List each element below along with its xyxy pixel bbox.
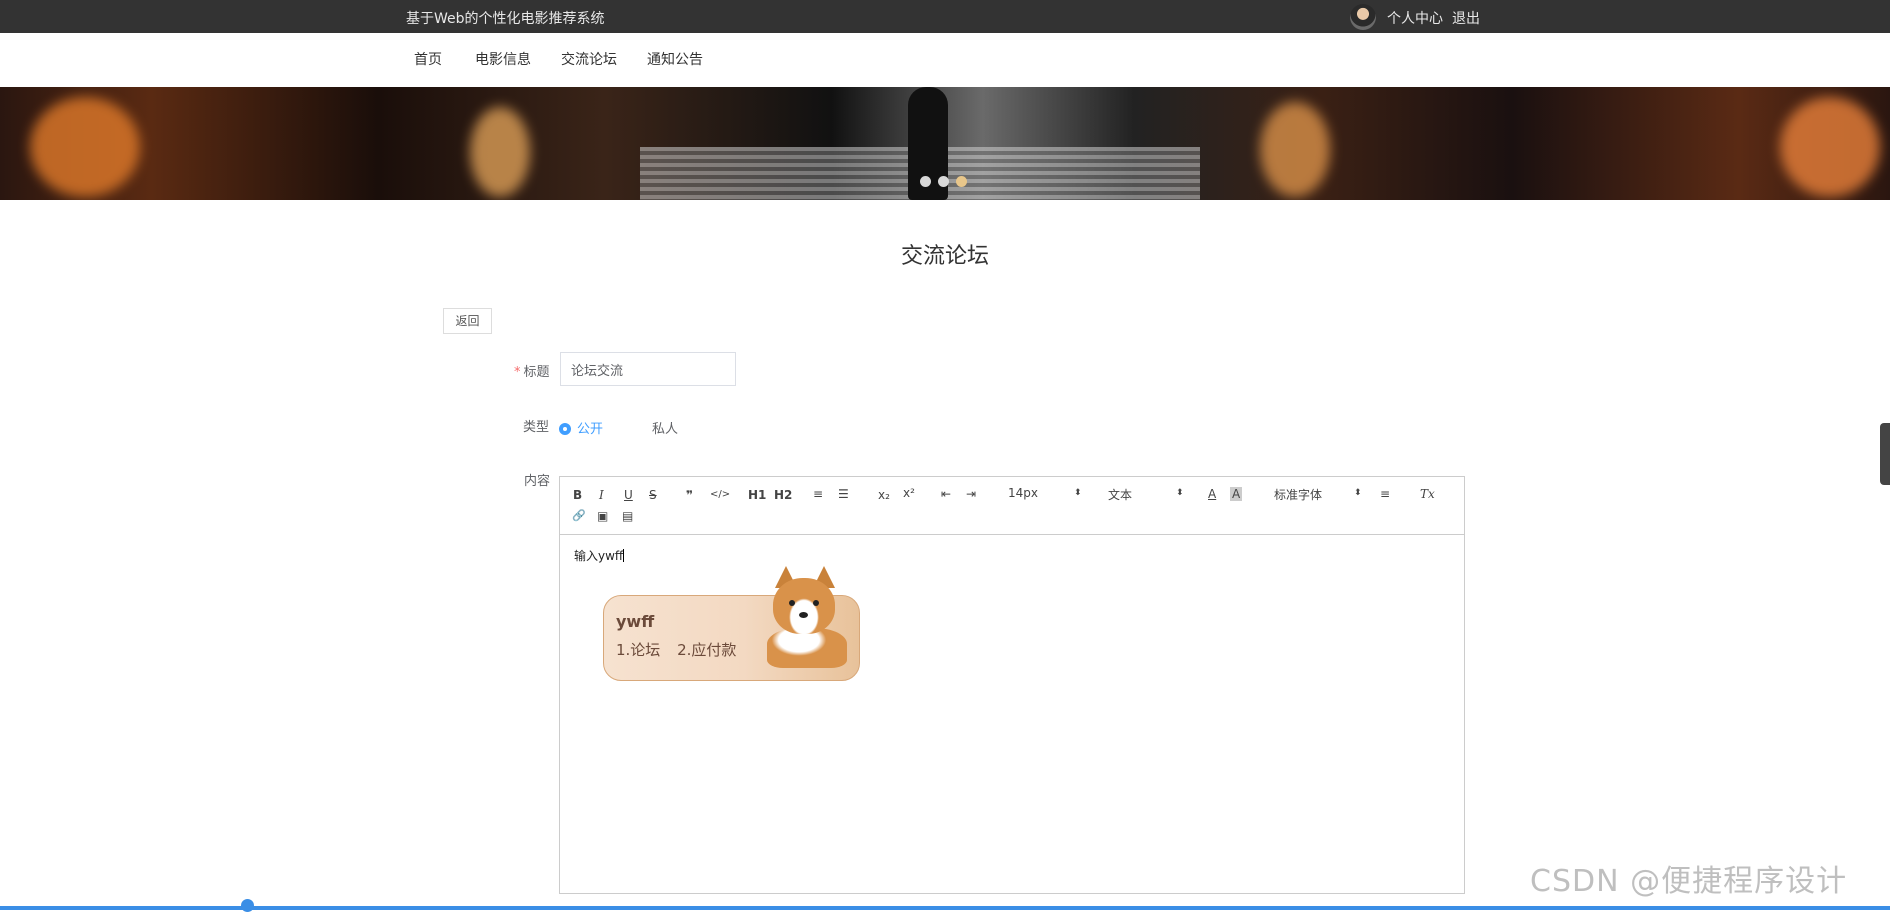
side-handle[interactable]	[1880, 423, 1890, 485]
ime-candidates: 1.论坛 2.应付款	[616, 639, 748, 660]
h1-button[interactable]: H1	[748, 488, 766, 502]
nav-item-home[interactable]: 首页	[414, 49, 442, 69]
ime-candidate-2[interactable]: 2.应付款	[677, 641, 736, 659]
underline-button[interactable]: U	[624, 488, 633, 502]
font-family-picker[interactable]: 标准字体 ⬍	[1274, 486, 1362, 503]
ordered-list-button[interactable]: ≡	[813, 487, 823, 501]
radio-circle	[559, 423, 571, 435]
back-button[interactable]: 返回	[443, 308, 492, 334]
editor-text: 输入ywff	[574, 549, 624, 563]
align-button[interactable]: ≡	[1380, 487, 1390, 501]
type-radio-private[interactable]: 私人	[634, 418, 678, 437]
outdent-button[interactable]: ⇤	[941, 487, 951, 501]
watermark: CSDN @便捷程序设计	[1530, 864, 1848, 899]
dog-mascot-icon	[759, 566, 851, 674]
font-family-value: 标准字体	[1274, 488, 1323, 502]
code-block-button[interactable]: </>	[710, 488, 730, 502]
text-caret	[623, 549, 625, 562]
banner-glow	[30, 97, 140, 197]
page-title: 交流论坛	[900, 244, 989, 269]
dog-body	[767, 628, 847, 668]
italic-button[interactable]: I	[599, 488, 604, 502]
type-label: 类型	[523, 420, 550, 435]
carousel-dot-2[interactable]	[938, 176, 949, 187]
editor-content[interactable]: 输入ywff	[574, 547, 625, 564]
nav-item-forum[interactable]: 交流论坛	[561, 49, 617, 69]
ime-candidate-popup: ywff 1.论坛 2.应付款	[603, 566, 860, 681]
dog-eye	[813, 600, 819, 606]
chevron-updown-icon: ⬍	[1074, 488, 1082, 498]
carousel-dot-3[interactable]	[956, 176, 967, 187]
title-input[interactable]	[560, 352, 736, 386]
banner-glow	[1780, 97, 1880, 197]
dog-head	[773, 578, 835, 634]
bullet-list-button[interactable]: ☰	[838, 487, 849, 501]
link-button[interactable]: 🔗	[572, 509, 586, 523]
clean-format-button[interactable]: Tx	[1420, 487, 1435, 501]
rich-text-editor: B I U S ❞ </> H1 H2 ≡ ☰ x₂ x² ⇤ ⇥ 14px ⬍ …	[559, 476, 1465, 894]
header-picker[interactable]: 文本 ⬍	[1108, 486, 1184, 503]
radio-label: 私人	[652, 422, 679, 437]
logout-link[interactable]: 退出	[1452, 8, 1480, 28]
content-label: 内容	[524, 474, 551, 489]
header-value: 文本	[1108, 488, 1133, 502]
top-bar: 基于Web的个性化电影推荐系统 个人中心 退出	[0, 0, 1890, 33]
ime-candidate-1[interactable]: 1.论坛	[616, 641, 660, 659]
chevron-updown-icon: ⬍	[1354, 488, 1362, 498]
banner-glow	[470, 107, 530, 197]
ime-composition: ywff	[616, 612, 655, 631]
font-size-picker[interactable]: 14px ⬍	[1008, 486, 1082, 500]
carousel-dot-1[interactable]	[920, 176, 931, 187]
required-mark: *	[514, 365, 521, 380]
image-button[interactable]: ▣	[597, 509, 608, 523]
bottom-scroll-track	[0, 906, 1890, 910]
strike-button[interactable]: S	[649, 488, 657, 502]
video-button[interactable]: ▤	[622, 509, 633, 523]
site-title: 基于Web的个性化电影推荐系统	[406, 11, 605, 27]
title-label-text: 标题	[523, 365, 550, 380]
background-color-button[interactable]: A	[1230, 487, 1243, 501]
dog-eye	[789, 600, 795, 606]
personal-center-link[interactable]: 个人中心	[1387, 8, 1443, 28]
radio-label: 公开	[577, 422, 604, 437]
subscript-button[interactable]: x₂	[878, 488, 890, 502]
superscript-button[interactable]: x²	[903, 486, 915, 500]
nav-item-notices[interactable]: 通知公告	[647, 49, 703, 69]
font-color-button[interactable]: A	[1208, 487, 1216, 501]
bold-button[interactable]: B	[573, 488, 582, 502]
banner-glow	[1260, 102, 1330, 197]
blockquote-button[interactable]: ❞	[686, 488, 693, 502]
main-nav: 首页 电影信息 交流论坛 通知公告	[0, 33, 1890, 88]
scroll-handle[interactable]	[241, 899, 254, 912]
h2-button[interactable]: H2	[774, 488, 792, 502]
indent-button[interactable]: ⇥	[966, 487, 976, 501]
font-size-value: 14px	[1008, 486, 1038, 500]
editor-toolbar: B I U S ❞ </> H1 H2 ≡ ☰ x₂ x² ⇤ ⇥ 14px ⬍ …	[560, 477, 1464, 535]
user-avatar[interactable]	[1350, 4, 1376, 30]
radio-circle	[634, 423, 646, 435]
nav-item-movies[interactable]: 电影信息	[475, 49, 531, 69]
type-radio-public[interactable]: 公开	[559, 418, 603, 437]
title-label: * 标题	[514, 361, 550, 380]
chevron-updown-icon: ⬍	[1176, 488, 1184, 498]
dog-nose	[799, 612, 808, 618]
